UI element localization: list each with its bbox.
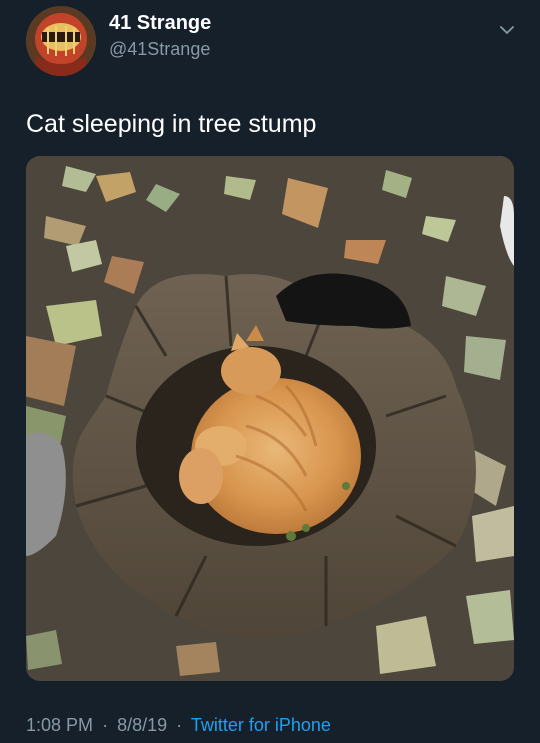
tweet-meta: 1:08 PM · 8/8/19 · Twitter for iPhone [26,715,331,736]
tweet: 41 Strange @41Strange Cat sleeping in tr… [0,0,540,743]
display-name[interactable]: 41 Strange [109,12,211,35]
tweet-photo[interactable] [26,156,514,681]
meta-separator: · [176,715,183,735]
user-handle[interactable]: @41Strange [109,39,210,60]
avatar-image [26,6,96,76]
tweet-time[interactable]: 1:08 PM [26,715,93,735]
chevron-down-icon[interactable] [497,20,517,40]
tweet-date[interactable]: 8/8/19 [117,715,167,735]
avatar[interactable] [26,6,96,76]
tweet-source-link[interactable]: Twitter for iPhone [191,715,331,735]
meta-separator: · [102,715,109,735]
photo-cat-in-stump [26,156,514,681]
tweet-text: Cat sleeping in tree stump [26,110,317,138]
